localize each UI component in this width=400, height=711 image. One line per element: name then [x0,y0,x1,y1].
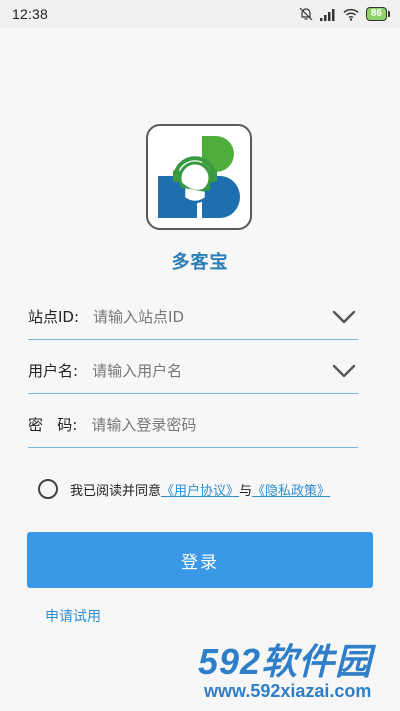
battery-level: 86 [365,7,387,21]
username-row: 用户名: [28,348,358,394]
battery-icon: 86 [365,7,390,21]
agreement-conjunction: 与 [239,483,253,499]
duokebao-logo-icon [146,124,252,230]
status-time: 12:38 [12,6,49,22]
agreement-row: 我已阅读并同意 《用户协议》 与 《隐私政策》 [38,478,330,500]
password-label: 密 码: [28,416,78,434]
user-agreement-link[interactable]: 《用户协议》 [161,480,239,499]
watermark: 592软件园 www.592xiazai.com [186,633,396,707]
signal-icon [319,8,336,21]
status-bar: 12:38 86 [0,0,400,28]
watermark-url: www.592xiazai.com [204,681,372,701]
agreement-prefix: 我已阅读并同意 [70,483,162,499]
password-row: 密 码: [28,402,358,448]
station-id-label: 站点ID: [28,308,80,326]
agreement-checkbox[interactable] [38,479,58,499]
station-id-input[interactable] [93,307,330,326]
password-input[interactable] [91,415,358,434]
wifi-icon [343,8,359,21]
username-chevron-down-icon[interactable] [330,357,358,385]
status-icons: 86 [299,7,390,21]
privacy-policy-link[interactable]: 《隐私政策》 [252,480,330,499]
station-id-row: 站点ID: [28,294,358,340]
username-input[interactable] [92,361,330,380]
watermark-brand: 592软件园 [198,641,373,682]
app-name: 多客宝 [171,252,229,273]
login-button[interactable]: 登录 [27,532,373,588]
station-chevron-down-icon[interactable] [330,303,358,331]
mute-icon [299,7,313,21]
apply-trial-link[interactable]: 申请试用 [45,606,101,626]
username-label: 用户名: [28,362,79,380]
